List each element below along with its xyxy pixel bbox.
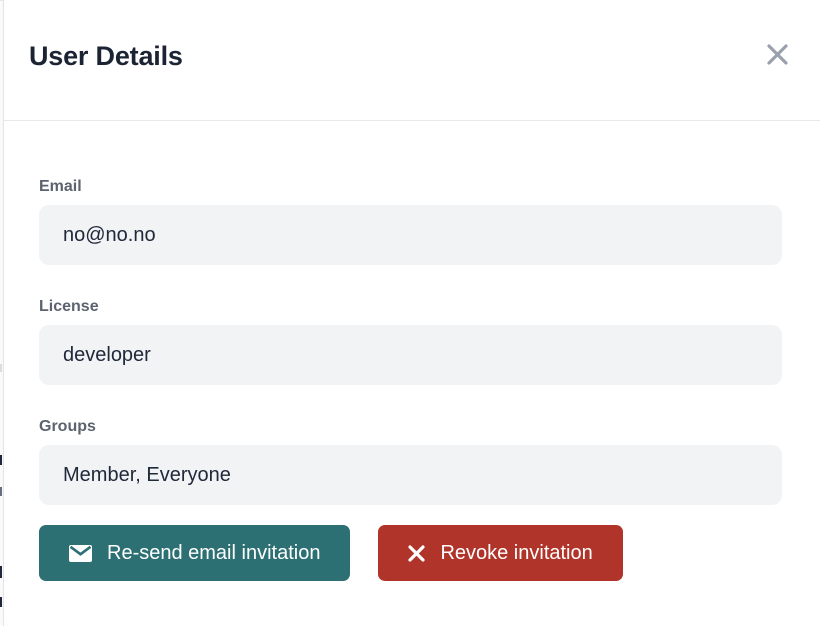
resend-invitation-button[interactable]: Re-send email invitation <box>39 525 350 581</box>
license-label: License <box>39 297 782 317</box>
field-group-groups: Groups Member, Everyone <box>39 417 782 505</box>
field-group-license: License developer <box>39 297 782 385</box>
page-edge-artifact <box>0 455 2 465</box>
groups-field[interactable]: Member, Everyone <box>39 445 782 505</box>
close-icon <box>765 42 790 67</box>
groups-label: Groups <box>39 417 782 437</box>
page-edge-artifact <box>0 566 2 578</box>
x-icon <box>408 545 425 562</box>
page-edge-artifact <box>0 364 2 372</box>
license-value: developer <box>63 344 151 367</box>
groups-value: Member, Everyone <box>63 464 231 487</box>
revoke-invitation-button[interactable]: Revoke invitation <box>378 525 622 581</box>
modal-title: User Details <box>29 40 183 72</box>
email-label: Email <box>39 177 782 197</box>
modal-header: User Details <box>4 0 820 121</box>
modal-body: Email no@no.no License developer Groups … <box>4 177 820 581</box>
page-edge-artifact <box>0 487 2 496</box>
email-field[interactable]: no@no.no <box>39 205 782 265</box>
resend-button-label: Re-send email invitation <box>107 543 320 563</box>
envelope-icon <box>69 545 92 562</box>
page-edge-artifact <box>0 597 2 607</box>
revoke-button-label: Revoke invitation <box>440 543 592 563</box>
user-details-modal: User Details Email no@no.no License deve… <box>3 0 820 626</box>
field-group-email: Email no@no.no <box>39 177 782 265</box>
action-buttons-row: Re-send email invitation Revoke invitati… <box>39 525 782 581</box>
license-field[interactable]: developer <box>39 325 782 385</box>
close-button[interactable] <box>763 40 792 69</box>
email-value: no@no.no <box>63 224 156 247</box>
